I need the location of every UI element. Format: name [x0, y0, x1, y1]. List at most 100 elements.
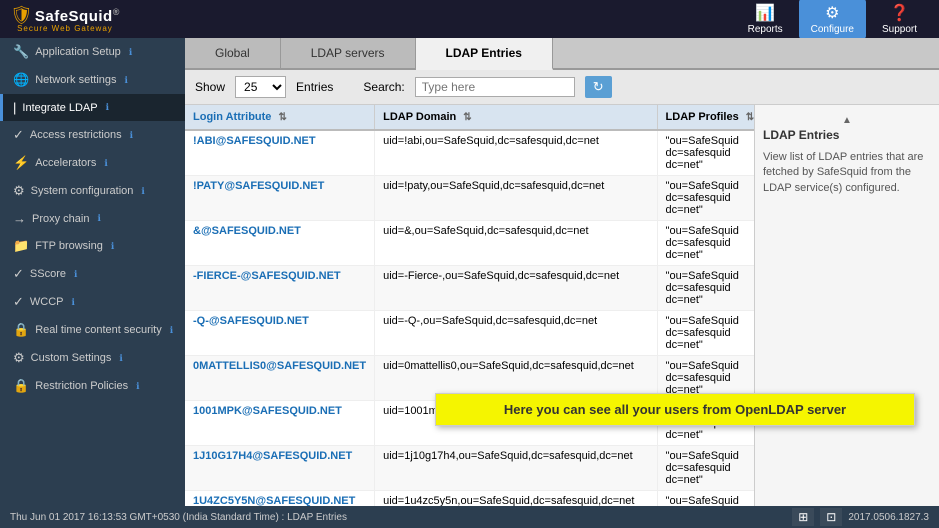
cell-login: 1J10G17H4@SAFESQUID.NET — [185, 446, 375, 491]
version-text: 2017.0506.1827.3 — [848, 512, 929, 523]
info-dot: ℹ — [106, 102, 109, 113]
status-left: Thu Jun 01 2017 16:13:53 GMT+0530 (India… — [10, 512, 347, 523]
content-area: Global LDAP servers LDAP Entries Show 25… — [185, 38, 939, 506]
reports-icon: 📊 — [755, 3, 775, 23]
controls-bar: Show 25 50 100 Entries Search: ↻ — [185, 70, 939, 105]
info-dot: ℹ — [104, 158, 107, 169]
logo-reg: ® — [113, 7, 120, 17]
right-panel: ▲ LDAP Entries View list of LDAP entries… — [754, 105, 939, 506]
support-icon: ❓ — [890, 3, 910, 23]
support-label: Support — [882, 24, 917, 35]
wccp-icon: ✓ — [13, 294, 24, 310]
logo-name: SafeSquid® — [35, 7, 120, 25]
cell-login: 1U4ZC5Y5N@SAFESQUID.NET — [185, 491, 375, 507]
configure-icon: ⚙ — [825, 3, 839, 23]
cell-ldap: uid=1j10g17h4,ou=SafeSquid,dc=safesquid,… — [375, 446, 657, 491]
sscore-icon: ✓ — [13, 266, 24, 282]
status-bar: Thu Jun 01 2017 16:13:53 GMT+0530 (India… — [0, 506, 939, 528]
rtcs-icon: 🔒 — [13, 322, 29, 338]
sidebar-item-ftp[interactable]: 📁 FTP browsing ℹ — [0, 232, 185, 260]
info-dot: ℹ — [141, 186, 144, 197]
sidebar-item-integrate-ldap[interactable]: | Integrate LDAP ℹ — [0, 94, 185, 121]
sidebar-item-access[interactable]: ✓ Access restrictions ℹ — [0, 121, 185, 149]
tab-global[interactable]: Global — [185, 38, 281, 68]
sidebar-item-label: Real time content security — [35, 324, 162, 336]
ldap-icon: | — [13, 100, 16, 115]
cell-profiles: "ou=SafeSquid dc=safesquid dc=net" — [657, 311, 754, 356]
sidebar-item-custom[interactable]: ⚙ Custom Settings ℹ — [0, 344, 185, 372]
shield-icon: 🛡 — [10, 5, 33, 26]
sidebar-item-label: Accelerators — [35, 157, 96, 169]
sidebar-item-label: Access restrictions — [30, 129, 122, 141]
sidebar-item-network[interactable]: 🌐 Network settings ℹ — [0, 66, 185, 94]
search-input[interactable] — [415, 77, 575, 97]
right-panel-description: View list of LDAP entries that are fetch… — [763, 150, 931, 196]
reports-label: Reports — [748, 24, 783, 35]
sidebar-item-label: Network settings — [35, 74, 116, 86]
header-nav: 📊 Reports ⚙ Configure ❓ Support — [736, 0, 929, 39]
sidebar-item-label: System configuration — [31, 185, 134, 197]
sidebar-item-label: Proxy chain — [32, 213, 89, 225]
cell-profiles: "ou=SafeSquid dc=safesquid dc=net" — [657, 176, 754, 221]
ftp-icon: 📁 — [13, 238, 29, 254]
logo: 🛡 SafeSquid® Secure Web Gateway — [10, 5, 120, 33]
sidebar-item-wccp[interactable]: ✓ WCCP ℹ — [0, 288, 185, 316]
sidebar-item-label: Custom Settings — [31, 352, 112, 364]
entries-label: Entries — [296, 80, 333, 94]
scroll-up-button[interactable]: ▲ — [763, 113, 931, 128]
cell-profiles: "ou=SafeSquid dc=safesquid dc=net" — [657, 130, 754, 176]
sidebar-item-restriction[interactable]: 🔒 Restriction Policies ℹ — [0, 372, 185, 400]
cell-ldap: uid=&,ou=SafeSquid,dc=safesquid,dc=net — [375, 221, 657, 266]
cell-login: &@SAFESQUID.NET — [185, 221, 375, 266]
support-button[interactable]: ❓ Support — [870, 0, 929, 39]
refresh-button[interactable]: ↻ — [585, 76, 612, 98]
cell-profiles: "ou=SafeSquid dc=safesquid dc=net" — [657, 446, 754, 491]
info-dot: ℹ — [72, 297, 75, 308]
status-icon-btn-1[interactable]: ⊞ — [792, 508, 814, 526]
sort-icon-login[interactable]: ⇅ — [278, 112, 286, 123]
sidebar-item-system-config[interactable]: ⚙ System configuration ℹ — [0, 177, 185, 205]
tab-ldap-servers[interactable]: LDAP servers — [281, 38, 416, 68]
info-dot: ℹ — [97, 213, 100, 224]
reports-button[interactable]: 📊 Reports — [736, 0, 795, 39]
sidebar-item-label: Restriction Policies — [35, 380, 128, 392]
cell-login: -Q-@SAFESQUID.NET — [185, 311, 375, 356]
table-row: -FIERCE-@SAFESQUID.NETuid=-Fierce-,ou=Sa… — [185, 266, 754, 311]
info-dot: ℹ — [111, 241, 114, 252]
sort-icon-ldap[interactable]: ⇅ — [463, 112, 471, 123]
table-row: 1U4ZC5Y5N@SAFESQUID.NETuid=1u4zc5y5n,ou=… — [185, 491, 754, 507]
table-row: !ABI@SAFESQUID.NETuid=!abi,ou=SafeSquid,… — [185, 130, 754, 176]
table-row: !PATY@SAFESQUID.NETuid=!paty,ou=SafeSqui… — [185, 176, 754, 221]
tab-ldap-entries[interactable]: LDAP Entries — [416, 38, 553, 70]
tooltip-banner: Here you can see all your users from Ope… — [435, 393, 915, 426]
tooltip-text: Here you can see all your users from Ope… — [504, 402, 846, 417]
sidebar-item-rtcs[interactable]: 🔒 Real time content security ℹ — [0, 316, 185, 344]
sidebar-item-accelerators[interactable]: ⚡ Accelerators ℹ — [0, 149, 185, 177]
sidebar-item-sscore[interactable]: ✓ SScore ℹ — [0, 260, 185, 288]
proxy-chain-icon: → — [13, 211, 26, 226]
table-body: !ABI@SAFESQUID.NETuid=!abi,ou=SafeSquid,… — [185, 130, 754, 506]
cell-login: !PATY@SAFESQUID.NET — [185, 176, 375, 221]
sort-icon-profiles[interactable]: ⇅ — [746, 112, 754, 123]
cell-ldap: uid=-Fierce-,ou=SafeSquid,dc=safesquid,d… — [375, 266, 657, 311]
show-select[interactable]: 25 50 100 — [235, 76, 286, 98]
sidebar-item-label: WCCP — [30, 296, 64, 308]
sidebar-item-proxy-chain[interactable]: → Proxy chain ℹ — [0, 205, 185, 232]
info-dot: ℹ — [136, 381, 139, 392]
col-header-login: Login Attribute ⇅ — [185, 105, 375, 130]
sidebar-item-app-setup[interactable]: 🔧 Application Setup ℹ — [0, 38, 185, 66]
sidebar-item-label: Integrate LDAP — [22, 102, 97, 114]
table-row: 1J10G17H4@SAFESQUID.NETuid=1j10g17h4,ou=… — [185, 446, 754, 491]
cell-login: 1001MPK@SAFESQUID.NET — [185, 401, 375, 446]
custom-icon: ⚙ — [13, 350, 25, 366]
cell-ldap: uid=1u4zc5y5n,ou=SafeSquid,dc=safesquid,… — [375, 491, 657, 507]
info-dot: ℹ — [170, 325, 173, 336]
status-icon-btn-2[interactable]: ⊡ — [820, 508, 842, 526]
sidebar-item-label: FTP browsing — [35, 240, 103, 252]
info-dot: ℹ — [125, 75, 128, 86]
sidebar: 🔧 Application Setup ℹ 🌐 Network settings… — [0, 38, 185, 506]
cell-login: -FIERCE-@SAFESQUID.NET — [185, 266, 375, 311]
cell-ldap: uid=-Q-,ou=SafeSquid,dc=safesquid,dc=net — [375, 311, 657, 356]
configure-button[interactable]: ⚙ Configure — [799, 0, 866, 39]
right-panel-title: LDAP Entries — [763, 128, 931, 142]
